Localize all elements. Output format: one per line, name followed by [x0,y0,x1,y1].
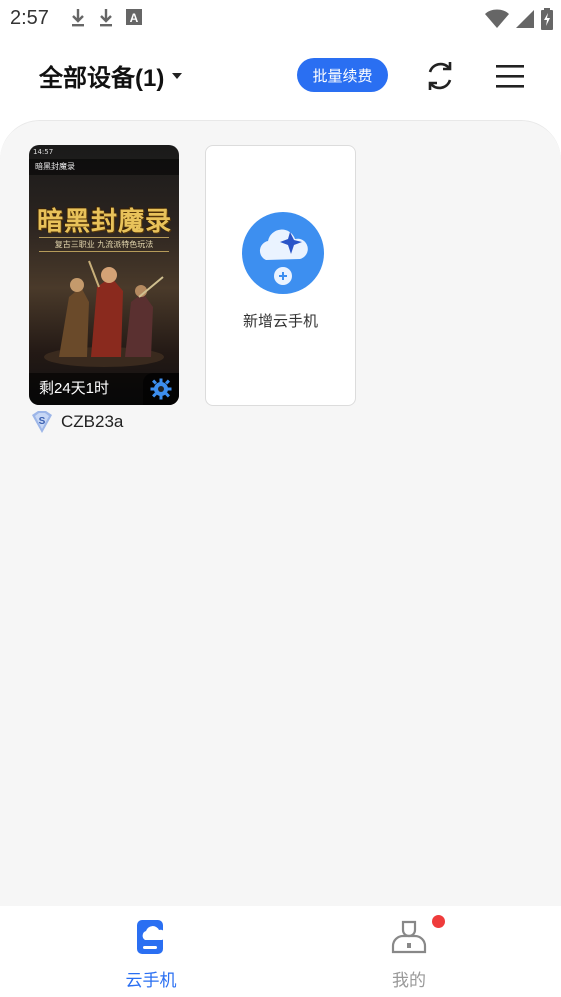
batch-renew-button[interactable]: 批量续费 [297,58,388,92]
status-time: 2:57 [10,7,49,29]
status-bar: 2:57 A [0,0,561,38]
cloud-add-icon [242,212,324,294]
remaining-time: 剩24天1时 [39,380,110,397]
tab-mine-label: 我的 [392,971,426,990]
add-cloud-phone-card[interactable]: 新增云手机 [205,145,356,406]
game-subtitle: 复古三职业 九流派特色玩法 [39,237,169,252]
gear-icon [150,378,172,400]
device-list-area: 14:57 暗黑封魔录 暗黑封魔录 复古三职业 九流派特色玩法 剩24天1时 S… [0,120,561,906]
header: 全部设备(1) 批量续费 [0,38,561,120]
device-screen-app-title: 暗黑封魔录 [29,159,179,175]
chevron-down-icon [172,72,183,79]
cloud-phone-icon [137,920,166,954]
device-name-row: S CZB23a [29,409,123,435]
tab-mine[interactable]: 我的 [269,906,549,997]
profile-icon [391,920,427,954]
game-heroes-illustration [44,260,164,367]
status-right-icons [485,8,553,30]
refresh-icon[interactable] [422,58,458,94]
notification-dot [432,915,445,928]
download-icon [100,9,112,27]
status-left-icons: A [70,8,142,28]
device-screen-status-bar: 14:57 [29,145,179,159]
menu-icon[interactable] [494,60,526,92]
bottom-nav: 云手机 我的 [0,906,561,997]
device-screen-app-title-text: 暗黑封魔录 [35,162,75,171]
device-settings-button[interactable] [143,373,179,405]
device-name: CZB23a [61,412,124,431]
tab-cloud-phone[interactable]: 云手机 [11,906,291,997]
device-filter-label: 全部设备(1) [39,65,165,92]
download-icon [72,9,84,27]
font-icon: A [126,9,142,25]
device-card[interactable]: 14:57 暗黑封魔录 暗黑封魔录 复古三职业 九流派特色玩法 剩24天1时 [29,145,179,405]
add-cloud-phone-label: 新增云手机 [242,313,318,330]
svg-text:A: A [130,11,139,25]
vip-s-badge-icon: S [32,411,52,433]
tab-cloud-phone-label: 云手机 [125,971,177,990]
battery-charging-icon [541,8,553,30]
device-filter-dropdown[interactable]: 全部设备(1) [39,58,183,93]
device-screen-time: 14:57 [33,148,54,156]
game-title-art: 暗黑封魔录 [37,207,173,237]
wifi-icon [485,9,509,28]
signal-icon [516,10,534,28]
svg-text:S: S [39,416,46,427]
